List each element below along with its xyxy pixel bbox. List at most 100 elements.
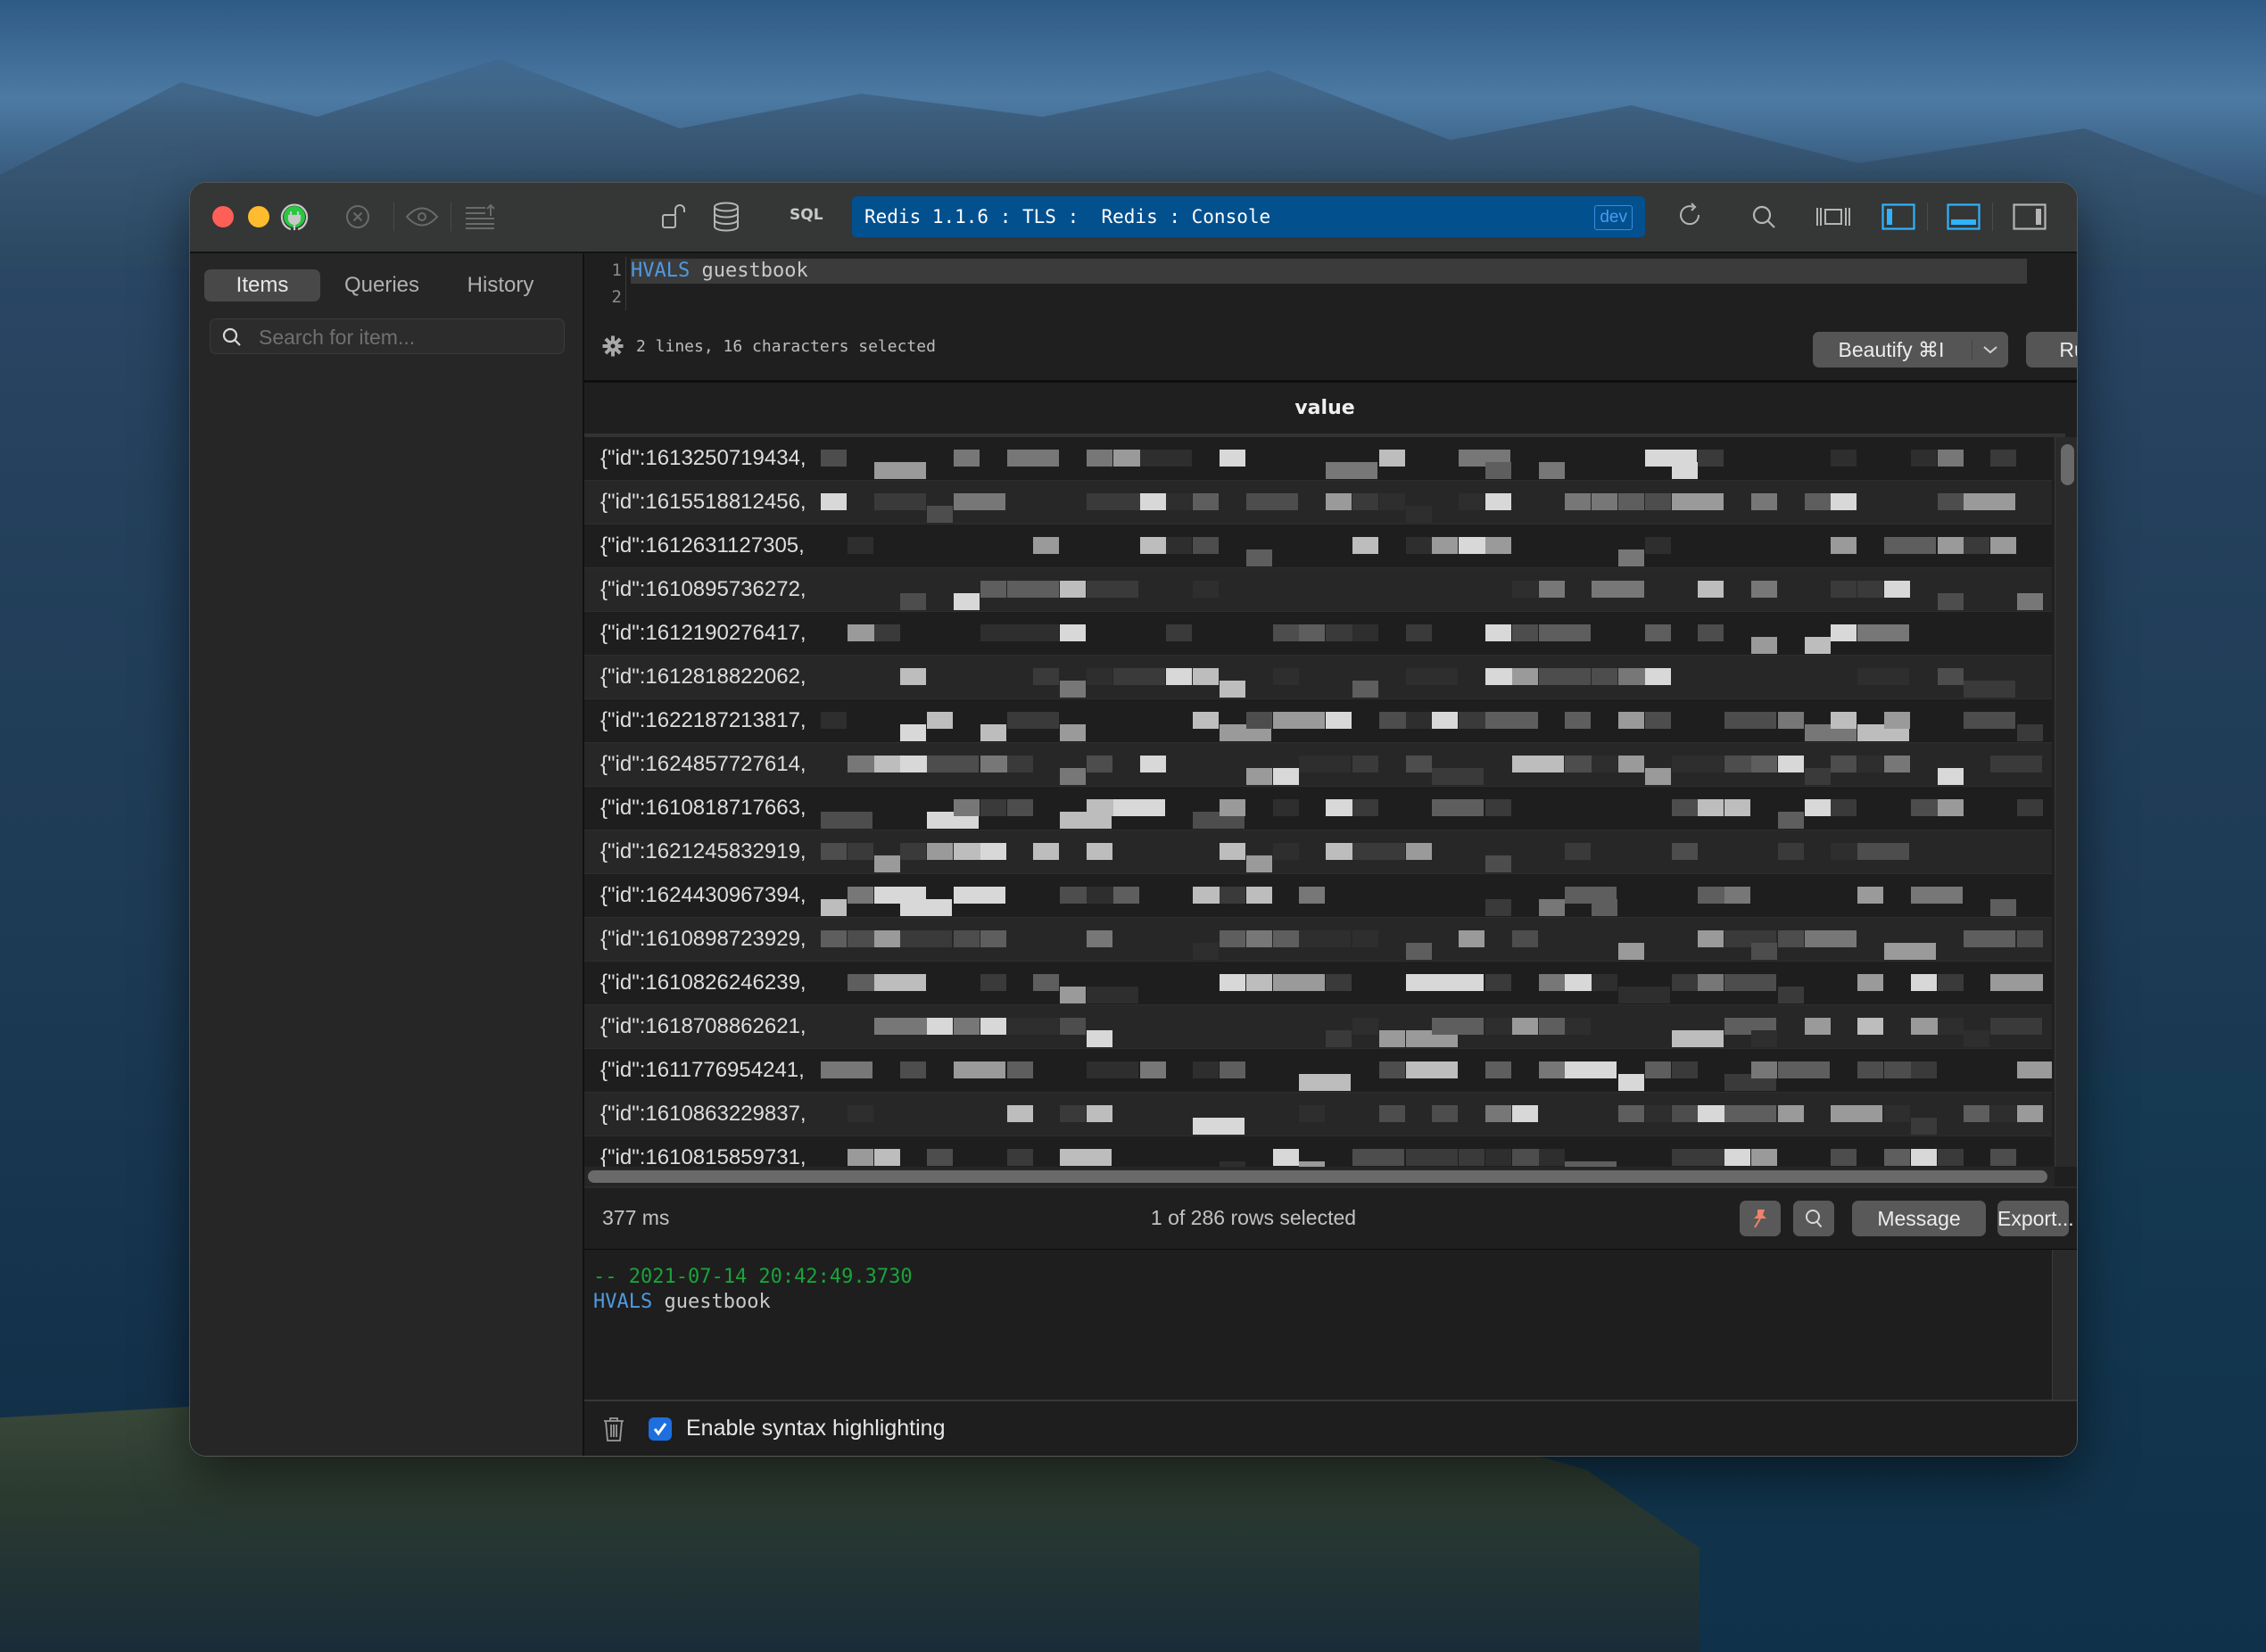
connection-title: Redis 1.1.6 : TLS : Redis : Console — [864, 206, 1271, 227]
horizontal-scrollbar[interactable] — [584, 1167, 2055, 1186]
redacted-content — [821, 830, 2052, 873]
lock-icon[interactable] — [656, 199, 691, 235]
row-value: {"id":1613250719434, — [600, 446, 806, 470]
redacted-content — [821, 743, 2052, 786]
code-line[interactable] — [631, 285, 2027, 310]
gear-icon[interactable] — [602, 335, 624, 357]
search-icon[interactable] — [1746, 199, 1782, 235]
result-rows: {"id":1613250719434, {"id":1615518812456,… — [584, 437, 2052, 1167]
row-value: {"id":1612818822062, — [600, 665, 806, 689]
trash-icon[interactable] — [602, 1416, 625, 1447]
refresh-icon[interactable] — [1673, 199, 1708, 235]
toggle-right-panel-icon[interactable] — [2012, 199, 2047, 235]
table-row[interactable]: {"id":1610898723929, — [584, 918, 2052, 962]
row-value: {"id":1610863229837, — [600, 1102, 806, 1126]
table-row[interactable]: {"id":1610863229837, — [584, 1093, 2052, 1136]
item-search[interactable] — [210, 318, 565, 355]
toolbar-separator — [393, 202, 394, 231]
toggle-bottom-panel-icon[interactable] — [1946, 199, 1981, 235]
redacted-content — [821, 874, 2052, 917]
filter-search-button[interactable] — [1793, 1201, 1834, 1236]
console-command: HVALS guestbook — [593, 1291, 771, 1313]
results-statusbar: 377 ms 1 of 286 rows selected Message Ex… — [584, 1186, 2077, 1251]
connection-status-bar[interactable]: Redis 1.1.6 : TLS : Redis : Console dev — [852, 196, 1645, 237]
eye-icon[interactable] — [404, 199, 440, 235]
elapsed-time: 377 ms — [602, 1206, 670, 1229]
redacted-content — [821, 787, 2052, 830]
redacted-content — [821, 699, 2052, 742]
run-current-button[interactable]: Run Current — [2026, 332, 2077, 368]
redacted-content — [821, 1049, 2052, 1092]
pin-icon — [1754, 1210, 1766, 1228]
row-value: {"id":1612631127305, — [600, 533, 805, 558]
redacted-content — [821, 656, 2052, 698]
table-row[interactable]: {"id":1624857727614, — [584, 743, 2052, 787]
export-button[interactable]: Export... — [1997, 1201, 2074, 1236]
minimize-window-button[interactable] — [248, 206, 269, 227]
redacted-content — [821, 1136, 2052, 1167]
table-row[interactable]: {"id":1610818717663, — [584, 787, 2052, 830]
row-value: {"id":1621245832919, — [600, 839, 806, 863]
line-gutter: 1 2 — [584, 257, 622, 310]
tab-history[interactable]: History — [447, 269, 554, 301]
toolbar: SQL Redis 1.1.6 : TLS : Redis : Console … — [190, 183, 2077, 253]
table-row[interactable]: {"id":1613250719434, — [584, 437, 2052, 481]
search-icon — [221, 326, 243, 352]
console-log[interactable]: -- 2021-07-14 20:42:49.3730 HVALS guestb… — [584, 1250, 2052, 1400]
commit-icon[interactable] — [462, 199, 498, 235]
editor-status: 2 lines, 16 characters selected — [602, 335, 936, 357]
scrollbar-thumb[interactable] — [588, 1170, 2047, 1183]
stop-icon[interactable] — [340, 199, 376, 235]
plug-icon[interactable] — [277, 199, 312, 235]
item-search-input[interactable] — [257, 319, 555, 355]
layout-spread-icon[interactable] — [1815, 199, 1851, 235]
table-row[interactable]: {"id":1610895736272, — [584, 568, 2052, 612]
chevron-down-icon[interactable] — [1974, 332, 2006, 368]
vertical-scrollbar[interactable] — [2055, 437, 2077, 1167]
row-value: {"id":1615518812456, — [600, 490, 806, 514]
console-timestamp: -- 2021-07-14 20:42:49.3730 — [593, 1266, 913, 1288]
code-keyword: HVALS — [593, 1291, 653, 1313]
redacted-content — [821, 1093, 2052, 1136]
code-line-current[interactable]: HVALS guestbook — [631, 259, 2027, 284]
row-value: {"id":1624430967394, — [600, 883, 806, 907]
row-value: {"id":1622187213817, — [600, 708, 806, 732]
message-button[interactable]: Message — [1852, 1201, 1986, 1236]
row-value: {"id":1612190276417, — [600, 621, 806, 645]
database-icon[interactable] — [708, 199, 744, 235]
toolbar-separator — [1992, 202, 1993, 231]
tab-items[interactable]: Items — [204, 269, 320, 301]
query-editor[interactable]: 1 2 HVALS guestbook 2 lines, 16 characte… — [584, 253, 2077, 383]
column-header-value[interactable]: value — [584, 383, 2065, 437]
table-row[interactable]: {"id":1615518812456, — [584, 481, 2052, 525]
row-value: {"id":1610815859731, — [600, 1145, 806, 1167]
tab-queries[interactable]: Queries — [333, 269, 431, 301]
table-row[interactable]: {"id":1610815859731, — [584, 1136, 2052, 1167]
table-row[interactable]: {"id":1624430967394, — [584, 874, 2052, 918]
syntax-highlighting-checkbox[interactable] — [649, 1417, 672, 1441]
console-scrollbar[interactable] — [2052, 1250, 2077, 1400]
redacted-content — [821, 1005, 2052, 1048]
run-split-button: Run Current — [2026, 332, 2077, 368]
toggle-left-panel-icon[interactable] — [1881, 199, 1916, 235]
table-row[interactable]: {"id":1610826246239, — [584, 962, 2052, 1005]
app-window: SQL Redis 1.1.6 : TLS : Redis : Console … — [190, 183, 2077, 1456]
table-row[interactable]: {"id":1612631127305, — [584, 525, 2052, 568]
table-row[interactable]: {"id":1621245832919, — [584, 830, 2052, 874]
beautify-button[interactable]: Beautify ⌘I — [1813, 332, 1970, 368]
code-text: guestbook — [652, 1291, 771, 1313]
sql-button[interactable]: SQL — [790, 206, 823, 224]
syntax-highlighting-label[interactable]: Enable syntax highlighting — [686, 1416, 945, 1441]
row-value: {"id":1610826246239, — [600, 971, 806, 995]
checkmark-icon — [653, 1423, 667, 1436]
pin-button[interactable] — [1740, 1201, 1781, 1236]
table-row[interactable]: {"id":1612190276417, — [584, 612, 2052, 656]
scrollbar-thumb[interactable] — [2061, 444, 2074, 485]
table-row[interactable]: {"id":1618708862621, — [584, 1005, 2052, 1049]
line-number: 2 — [611, 287, 622, 307]
table-row[interactable]: {"id":1612818822062, — [584, 656, 2052, 699]
close-window-button[interactable] — [212, 206, 234, 227]
table-row[interactable]: {"id":1622187213817, — [584, 699, 2052, 743]
row-value: {"id":1610818717663, — [600, 796, 806, 820]
table-row[interactable]: {"id":1611776954241, — [584, 1049, 2052, 1093]
